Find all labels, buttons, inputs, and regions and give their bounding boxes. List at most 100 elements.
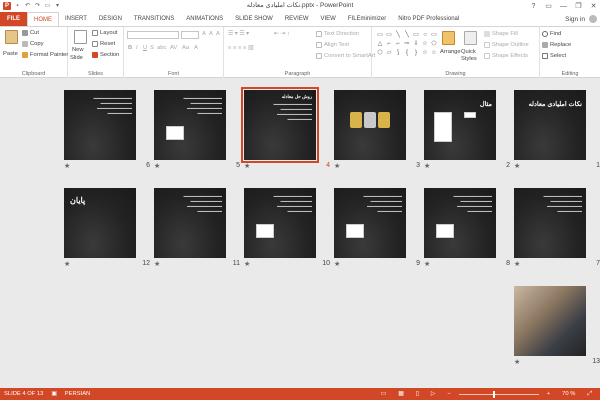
redo-icon[interactable]: ↷ — [34, 3, 41, 10]
paste-icon[interactable] — [5, 30, 18, 44]
undo-icon[interactable]: ↶ — [24, 3, 31, 10]
transition-star-icon[interactable]: ★ — [154, 260, 160, 268]
align-text-button[interactable]: Align Text — [316, 42, 349, 48]
tab-file[interactable]: FILE — [0, 12, 27, 26]
shapes-gallery[interactable]: ▭ ▭ ╲ ╲ ▭ ○ ▭ △ ⌐ ⌐ ⇨ ⇩ ☆ ⬠ ⬡ ▱ ⟆ { } ☆ … — [376, 31, 438, 65]
minimize-button[interactable]: — — [559, 3, 568, 10]
shape-item[interactable]: ▭ — [430, 31, 438, 39]
cut-button[interactable]: Cut — [22, 30, 39, 36]
replace-button[interactable]: Replace — [542, 42, 571, 48]
clear-formatting-button[interactable]: A — [216, 31, 220, 37]
transition-star-icon[interactable]: ★ — [514, 260, 520, 268]
strikethrough-button[interactable]: S — [150, 45, 154, 51]
zoom-slider-thumb[interactable] — [492, 390, 495, 398]
format-painter-button[interactable]: Format Painter — [22, 52, 68, 58]
shape-item[interactable]: ☆ — [421, 40, 429, 48]
fit-to-window-icon[interactable]: ⤢ — [583, 391, 596, 398]
reset-button[interactable]: Reset — [92, 41, 115, 47]
shape-outline-button[interactable]: Shape Outline — [484, 42, 529, 48]
shrink-font-button[interactable]: A — [209, 31, 213, 37]
shape-item[interactable]: } — [412, 49, 420, 57]
layout-button[interactable]: Layout — [92, 30, 117, 36]
quick-styles-icon[interactable] — [464, 31, 477, 45]
arrange-icon[interactable] — [442, 31, 455, 45]
tab-animations[interactable]: ANIMATIONS — [180, 12, 229, 26]
slide-thumbnail[interactable] — [514, 286, 586, 356]
transition-star-icon[interactable]: ★ — [244, 162, 250, 170]
shape-item[interactable]: ☆ — [430, 49, 438, 57]
transition-star-icon[interactable]: ★ — [334, 260, 340, 268]
shape-item[interactable]: ▭ — [385, 31, 393, 39]
powerpoint-app-icon[interactable]: P — [3, 2, 11, 10]
find-button[interactable]: Find — [542, 31, 561, 37]
customize-qat-icon[interactable]: ▾ — [54, 3, 61, 10]
transition-star-icon[interactable]: ★ — [334, 162, 340, 170]
underline-button[interactable]: U — [143, 45, 147, 51]
copy-button[interactable]: Copy — [22, 41, 44, 47]
tab-view[interactable]: VIEW — [315, 12, 342, 26]
close-button[interactable]: ✕ — [589, 2, 598, 10]
quick-styles-button[interactable]: Quick Styles — [461, 49, 479, 63]
font-color-button[interactable]: A — [194, 45, 198, 51]
language-indicator[interactable]: PERSIAN — [61, 391, 94, 397]
italic-button[interactable]: I — [136, 45, 138, 51]
new-slide-icon[interactable] — [74, 30, 87, 44]
shape-item[interactable]: ▱ — [385, 49, 393, 57]
shape-item[interactable]: { — [403, 49, 411, 57]
font-size-dropdown[interactable] — [181, 31, 199, 39]
shape-item[interactable]: ⬠ — [430, 40, 438, 48]
grow-font-button[interactable]: A — [202, 31, 206, 37]
slide-thumbnail[interactable]: مثال — [424, 90, 496, 160]
transition-star-icon[interactable]: ★ — [154, 162, 160, 170]
sorter-view-icon[interactable]: ▦ — [394, 391, 407, 397]
shape-item[interactable]: ⬡ — [376, 49, 384, 57]
slide-thumbnail[interactable]: ▬▬▬▬▬▬▬▬▬▬▬ ▬▬▬▬▬▬▬▬▬ ▬▬▬▬▬▬▬▬▬▬ ▬▬▬▬▬▬▬ — [514, 188, 586, 258]
slide-thumbnail[interactable]: پایان — [64, 188, 136, 258]
tab-transitions[interactable]: TRANSITIONS — [128, 12, 180, 26]
new-slide-button[interactable]: New — [72, 47, 84, 53]
transition-star-icon[interactable]: ★ — [244, 260, 250, 268]
avatar[interactable] — [589, 15, 597, 23]
shape-item[interactable]: ⟆ — [394, 49, 402, 57]
shape-item[interactable]: ▭ — [376, 31, 384, 39]
restore-button[interactable]: ❐ — [574, 2, 583, 10]
transition-star-icon[interactable]: ★ — [424, 260, 430, 268]
shape-fill-button[interactable]: Shape Fill — [484, 31, 518, 37]
tab-fileminimizer[interactable]: FILEminimizer — [342, 12, 392, 26]
transition-star-icon[interactable]: ★ — [514, 162, 520, 170]
tab-design[interactable]: DESIGN — [93, 12, 128, 26]
bullets-icon[interactable]: ☰ ▾ ☰ ▾ — [228, 31, 249, 37]
tab-review[interactable]: REVIEW — [279, 12, 315, 26]
slideshow-view-icon[interactable]: ▷ — [427, 391, 439, 397]
start-slideshow-icon[interactable]: ▭ — [44, 3, 51, 10]
font-name-dropdown[interactable] — [127, 31, 179, 39]
tab-slide-show[interactable]: SLIDE SHOW — [229, 12, 279, 26]
slide-thumbnail[interactable]: ▬▬▬▬▬▬▬▬▬▬▬ ▬▬▬▬▬▬▬▬▬ ▬▬▬▬▬▬▬▬▬▬ ▬▬▬▬▬▬▬ — [334, 188, 406, 258]
shape-item[interactable]: ○ — [421, 31, 429, 39]
slide-thumbnail[interactable]: ▬▬▬▬▬▬▬▬▬▬▬ ▬▬▬▬▬▬▬▬▬ ▬▬▬▬▬▬▬▬▬▬ ▬▬▬▬▬▬▬ — [424, 188, 496, 258]
help-button[interactable]: ? — [529, 3, 538, 10]
arrange-button[interactable]: Arrange — [440, 49, 461, 55]
save-icon[interactable]: ▪ — [14, 3, 21, 10]
convert-smartart-button[interactable]: Convert to SmartArt — [316, 53, 375, 59]
ribbon-display-icon[interactable]: ▭ — [544, 2, 553, 10]
slide-thumbnail[interactable] — [334, 90, 406, 160]
shape-item[interactable]: ⌐ — [385, 40, 393, 48]
slide-thumbnail[interactable]: ▬▬▬▬▬▬▬▬▬▬▬ ▬▬▬▬▬▬▬▬▬ ▬▬▬▬▬▬▬▬▬▬ ▬▬▬▬▬▬▬ — [154, 90, 226, 160]
indent-icon[interactable]: ⇤ ⇥ ↕ — [274, 31, 290, 37]
reading-view-icon[interactable]: ▯ — [412, 391, 423, 397]
slide-thumbnail[interactable]: نکات املیادی معادله — [514, 90, 586, 160]
transition-star-icon[interactable]: ★ — [514, 358, 520, 366]
new-slide-dropdown[interactable]: Slide — [70, 55, 83, 61]
select-button[interactable]: Select — [542, 53, 566, 59]
transition-star-icon[interactable]: ★ — [64, 162, 70, 170]
shape-item[interactable]: ⇨ — [403, 40, 411, 48]
section-button[interactable]: Section — [92, 52, 119, 58]
slide-thumbnail[interactable]: ▬▬▬▬▬▬▬▬▬▬▬ ▬▬▬▬▬▬▬▬▬ ▬▬▬▬▬▬▬▬▬▬ ▬▬▬▬▬▬▬ — [154, 188, 226, 258]
shape-effects-button[interactable]: Shape Effects — [484, 53, 528, 59]
shape-item[interactable]: ⌐ — [394, 40, 402, 48]
proofing-icon[interactable]: ▣ — [47, 391, 60, 397]
alignment-icons[interactable]: ≡ ≡ ≡ ≡ ▥ — [228, 45, 253, 51]
shape-item[interactable]: ▭ — [412, 31, 420, 39]
text-shadow-button[interactable]: abc — [157, 45, 166, 51]
